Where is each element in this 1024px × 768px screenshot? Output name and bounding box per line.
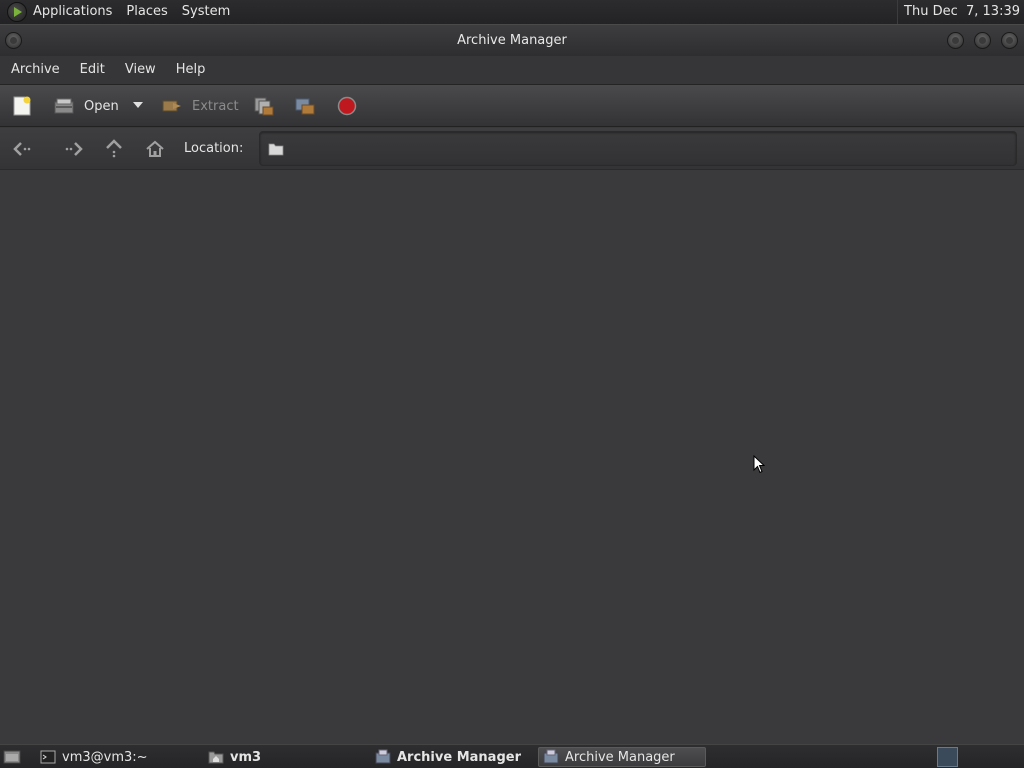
- top-menu: Applications Places System: [33, 0, 237, 24]
- forward-button[interactable]: [62, 138, 84, 160]
- location-input[interactable]: [259, 131, 1017, 166]
- home-folder-icon: [208, 749, 224, 765]
- add-folder-button[interactable]: [294, 88, 316, 124]
- back-button[interactable]: [12, 138, 34, 160]
- folder-icon: [268, 143, 284, 156]
- add-folder-icon: [294, 95, 316, 117]
- top-panel: Applications Places System Thu Dec 7, 13…: [0, 0, 1024, 24]
- extract-icon: [161, 95, 183, 117]
- system-menu[interactable]: System: [175, 0, 237, 24]
- stop-icon: [336, 95, 358, 117]
- up-button[interactable]: [103, 138, 125, 160]
- task-label: Archive Manager: [397, 749, 521, 765]
- close-button[interactable]: [1001, 32, 1018, 49]
- main-menu-logo-icon[interactable]: [7, 2, 27, 22]
- open-label: Open: [84, 98, 119, 114]
- menu-help[interactable]: Help: [166, 56, 216, 84]
- task-label: Archive Manager: [565, 749, 675, 765]
- applications-menu[interactable]: Applications: [33, 0, 119, 24]
- show-desktop-icon[interactable]: [3, 748, 21, 765]
- task-home-folder[interactable]: vm3: [204, 747, 370, 767]
- menu-edit[interactable]: Edit: [70, 56, 115, 84]
- new-archive-button[interactable]: [11, 88, 33, 124]
- mouse-cursor-icon: [753, 455, 765, 474]
- up-arrow-icon: [106, 139, 122, 158]
- clock[interactable]: Thu Dec 7, 13:39: [897, 0, 1020, 24]
- new-document-icon: [11, 95, 33, 117]
- tray-archive-manager-icon[interactable]: [937, 747, 958, 767]
- open-button[interactable]: Open: [53, 88, 119, 124]
- task-archive-manager-1[interactable]: Archive Manager: [371, 747, 537, 767]
- extract-button[interactable]: Extract: [161, 88, 239, 124]
- archive-manager-icon: [543, 749, 559, 765]
- terminal-icon: [40, 749, 56, 765]
- back-arrow-icon: [13, 142, 31, 156]
- stop-button[interactable]: [336, 88, 358, 124]
- task-label: vm3@vm3:~: [62, 749, 148, 765]
- chevron-down-icon: [133, 102, 143, 108]
- toolbar: Open Extract: [0, 84, 1024, 127]
- window-title: Archive Manager: [457, 33, 567, 48]
- bottom-taskbar: vm3@vm3:~ vm3 Archive Manager Archive Ma…: [0, 744, 1024, 768]
- home-button[interactable]: [144, 138, 166, 160]
- task-terminal[interactable]: vm3@vm3:~: [36, 747, 202, 767]
- open-archive-icon: [53, 95, 75, 117]
- extract-label: Extract: [192, 98, 239, 114]
- maximize-button[interactable]: [974, 32, 991, 49]
- places-menu[interactable]: Places: [119, 0, 174, 24]
- menubar: Archive Edit View Help: [0, 56, 1024, 84]
- location-label: Location:: [184, 141, 244, 156]
- menu-archive[interactable]: Archive: [0, 56, 70, 84]
- add-files-icon: [253, 95, 275, 117]
- window-menu-button[interactable]: [5, 32, 22, 49]
- add-files-button[interactable]: [253, 88, 275, 124]
- window-titlebar[interactable]: Archive Manager: [0, 24, 1024, 56]
- location-bar: Location:: [0, 128, 1024, 170]
- forward-arrow-icon: [65, 142, 83, 156]
- open-dropdown-button[interactable]: [130, 97, 146, 113]
- menu-view[interactable]: View: [115, 56, 166, 84]
- task-archive-manager-2[interactable]: Archive Manager: [538, 747, 706, 767]
- file-list-area[interactable]: [0, 170, 1024, 744]
- home-icon: [146, 140, 164, 157]
- archive-manager-icon: [375, 749, 391, 765]
- minimize-button[interactable]: [947, 32, 964, 49]
- task-label: vm3: [230, 749, 262, 765]
